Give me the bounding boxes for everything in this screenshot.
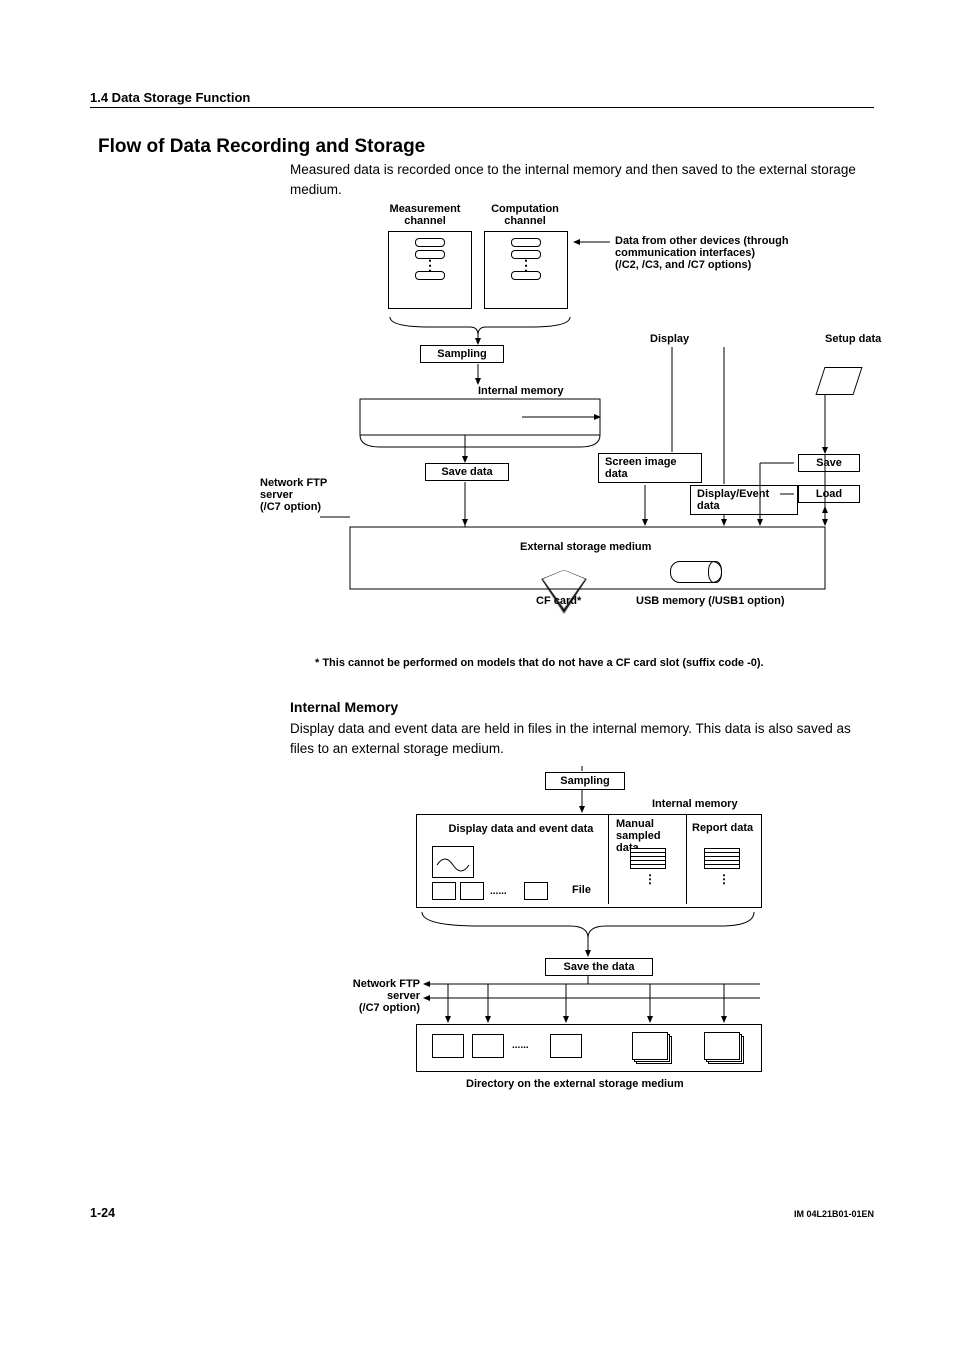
d2-internal-mem-label: Internal memory <box>652 798 738 810</box>
ext-medium-label: External storage medium <box>520 541 651 553</box>
d2-file-label: File <box>572 884 591 896</box>
sampling-box: Sampling <box>420 345 504 363</box>
cf-card-label: CF card* <box>536 595 581 607</box>
page-footer: 1-24 IM 04L21B01-01EN <box>90 1206 874 1220</box>
d2-report-stack <box>704 848 740 868</box>
diagram1-footnote: * This cannot be performed on models tha… <box>315 657 874 669</box>
doc-id: IM 04L21B01-01EN <box>794 1209 874 1219</box>
usb-icon <box>670 561 722 583</box>
comp-channel-box: ⋮ <box>484 231 568 309</box>
page-title: Flow of Data Recording and Storage <box>98 136 874 158</box>
meas-channel-box: ⋮ <box>388 231 472 309</box>
intro-text: Measured data is recorded once to the in… <box>290 160 874 199</box>
display-label: Display <box>650 333 689 345</box>
diagram-flow: Measurementchannel Computationchannel ⋮ … <box>320 207 940 647</box>
d2-dir-label: Directory on the external storage medium <box>466 1078 684 1090</box>
internal-memory-heading: Internal Memory <box>290 699 874 715</box>
d2-file-wave <box>432 846 474 878</box>
comp-channel-label: Computationchannel <box>475 203 575 227</box>
data-from-text: Data from other devices (throughcommunic… <box>615 235 865 271</box>
diagram-internal-memory: Sampling Internal memory Display data an… <box>340 766 860 1096</box>
page-number: 1-24 <box>90 1206 115 1220</box>
internal-memory-text: Display data and event data are held in … <box>290 719 874 758</box>
load-box: Load <box>798 485 860 503</box>
d2-report-label: Report data <box>692 822 753 834</box>
usb-label: USB memory (/USB1 option) <box>636 595 785 607</box>
d2-sampling-box: Sampling <box>545 772 625 790</box>
d2-save-data-box: Save the data <box>545 958 653 976</box>
d2-ftp-label: Network FTPserver(/C7 option) <box>330 978 420 1014</box>
internal-memory-label: Internal memory <box>478 385 564 397</box>
ftp-label-1: Network FTPserver(/C7 option) <box>260 477 350 513</box>
setup-shape <box>820 367 858 395</box>
save-box: Save <box>798 454 860 472</box>
screen-image-box: Screen imagedata <box>598 453 702 483</box>
save-data-box: Save data <box>425 463 509 481</box>
cf-card-icon <box>537 572 591 597</box>
section-header: 1.4 Data Storage Function <box>90 90 874 108</box>
d2-manual-stack <box>630 848 666 868</box>
display-event-box: Display/Eventdata <box>690 485 798 515</box>
setup-data-label: Setup data <box>825 333 881 345</box>
meas-channel-label: Measurementchannel <box>375 203 475 227</box>
